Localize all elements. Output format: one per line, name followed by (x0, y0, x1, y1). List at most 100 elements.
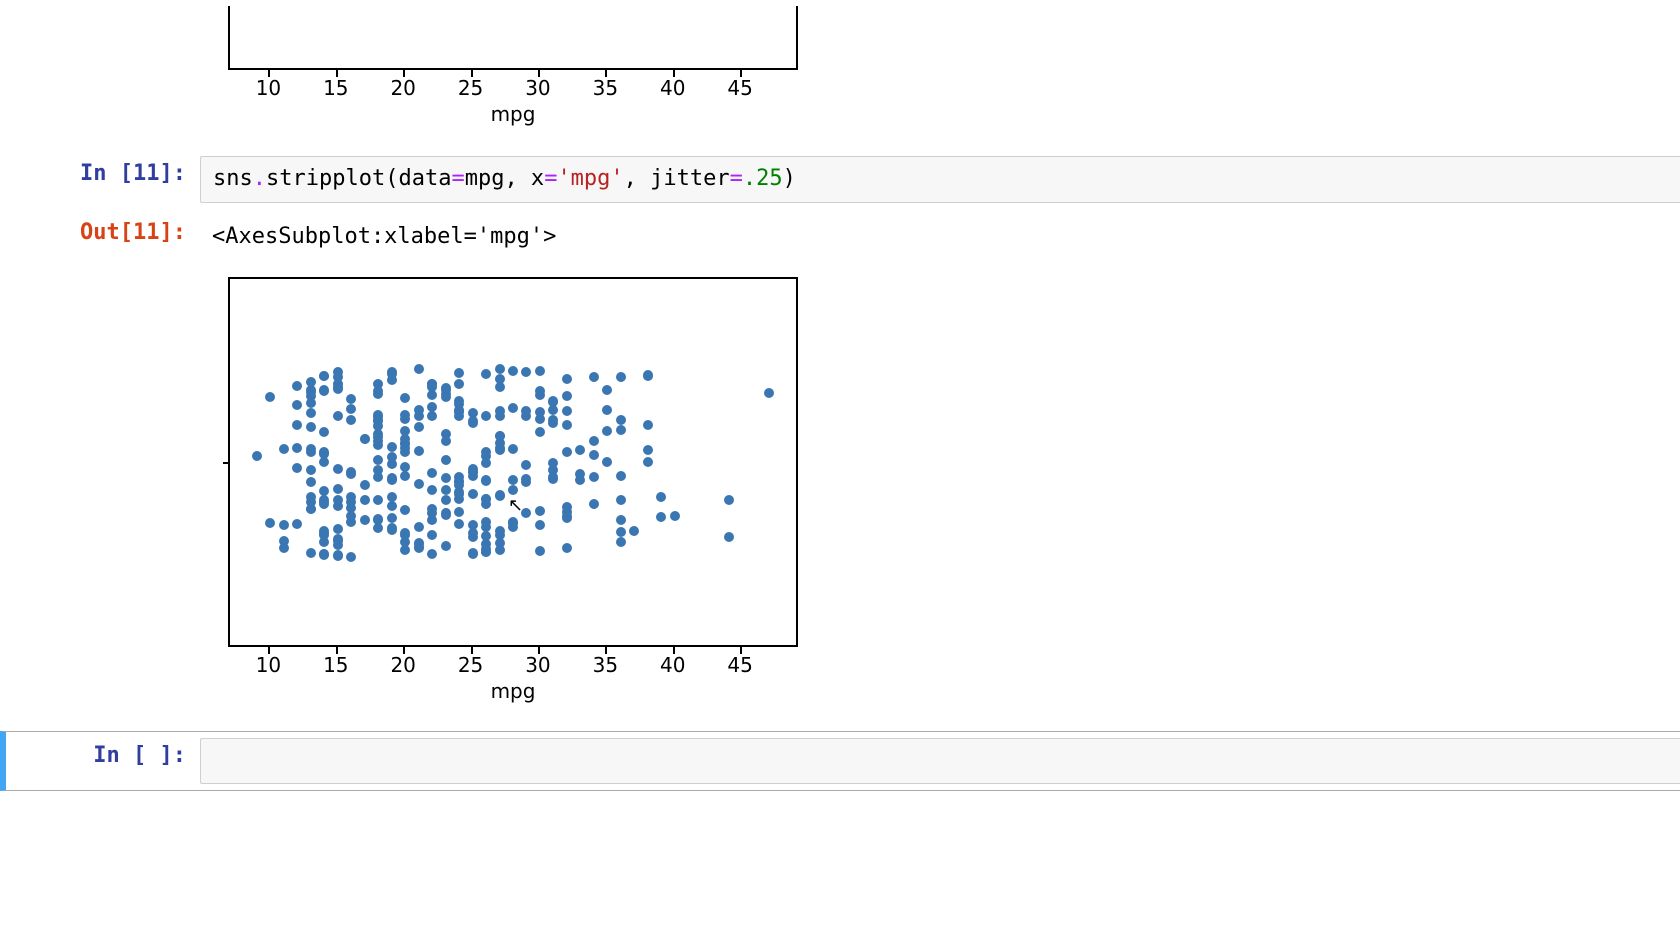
plot-output-partial: 1015202530354045 mpg (200, 4, 1680, 128)
data-point (427, 530, 437, 540)
data-point (481, 476, 491, 486)
data-point (387, 375, 397, 385)
data-point (468, 418, 478, 428)
data-point (481, 539, 491, 549)
data-point (589, 499, 599, 509)
xtick-label: 30 (525, 76, 550, 100)
data-point (602, 457, 612, 467)
data-point (346, 415, 356, 425)
data-point (333, 484, 343, 494)
data-point (373, 440, 383, 450)
output-figure-cell-11: 1015202530354045 mpg ↖ (0, 271, 1680, 709)
xtick-label: 40 (660, 76, 685, 100)
xtick-label: 30 (525, 653, 550, 677)
data-point (616, 495, 626, 505)
data-point (306, 422, 316, 432)
xtick-label: 25 (458, 653, 483, 677)
data-point (400, 505, 410, 515)
data-point (441, 473, 451, 483)
code-cell-empty-selected[interactable]: In [ ]: (0, 731, 1680, 791)
data-point (481, 411, 491, 421)
data-point (629, 526, 639, 536)
data-point (333, 524, 343, 534)
data-point (481, 447, 491, 457)
data-point (360, 495, 370, 505)
xtick-label: 35 (593, 653, 618, 677)
data-point (562, 406, 572, 416)
prompt-out-figure-11 (0, 275, 200, 287)
data-point (387, 501, 397, 511)
data-point (265, 518, 275, 528)
data-point (414, 539, 424, 549)
xtick-label: 20 (390, 76, 415, 100)
strip-plot-11 (228, 277, 798, 647)
data-point (643, 420, 653, 430)
data-point (616, 527, 626, 537)
data-point (346, 469, 356, 479)
data-point (616, 537, 626, 547)
code-input-empty-wrapper[interactable] (200, 736, 1680, 786)
data-point (414, 479, 424, 489)
data-point (670, 511, 680, 521)
data-point (495, 545, 505, 555)
code-input-11[interactable]: sns.stripplot(data=mpg, x='mpg', jitter=… (200, 156, 1680, 203)
data-point (306, 408, 316, 418)
data-point (346, 404, 356, 414)
data-point (454, 368, 464, 378)
data-point (346, 552, 356, 562)
data-point (616, 515, 626, 525)
data-point (333, 464, 343, 474)
data-point (535, 366, 545, 376)
data-point (427, 468, 437, 478)
data-point (548, 418, 558, 428)
data-point (333, 411, 343, 421)
data-point (602, 426, 612, 436)
data-point (589, 472, 599, 482)
data-point (468, 489, 478, 499)
data-point (427, 411, 437, 421)
data-point (292, 519, 302, 529)
data-point (319, 427, 329, 437)
data-point (616, 372, 626, 382)
data-point (643, 457, 653, 467)
data-point (495, 526, 505, 536)
data-point (481, 369, 491, 379)
data-point (602, 405, 612, 415)
data-point (548, 474, 558, 484)
data-point (495, 382, 505, 392)
data-point (521, 508, 531, 518)
data-point (306, 391, 316, 401)
plot-output-11: 1015202530354045 mpg ↖ (200, 275, 1680, 705)
data-point (252, 451, 262, 461)
xtick-label: 40 (660, 653, 685, 677)
data-point (508, 366, 518, 376)
data-point (387, 474, 397, 484)
data-point (562, 447, 572, 457)
data-point (387, 513, 397, 523)
code-cell-11: In [11]: sns.stripplot(data=mpg, x='mpg'… (0, 150, 1680, 209)
data-point (373, 495, 383, 505)
data-point (643, 370, 653, 380)
data-point (306, 465, 316, 475)
data-point (764, 388, 774, 398)
code-input-wrapper-11[interactable]: sns.stripplot(data=mpg, x='mpg', jitter=… (200, 154, 1680, 205)
data-point (616, 415, 626, 425)
data-point (468, 548, 478, 558)
data-point (360, 434, 370, 444)
data-point (562, 374, 572, 384)
code-input-empty[interactable] (200, 738, 1680, 784)
data-point (495, 364, 505, 374)
data-point (535, 546, 545, 556)
data-point (346, 394, 356, 404)
data-point (656, 492, 666, 502)
data-point (400, 545, 410, 555)
data-point (481, 547, 491, 557)
jupyter-notebook: 1015202530354045 mpg In [11]: sns.stripp… (0, 0, 1680, 791)
data-point (400, 471, 410, 481)
data-point (427, 485, 437, 495)
data-point (387, 525, 397, 535)
data-point (589, 372, 599, 382)
plot-xlabel-11: mpg (228, 677, 798, 703)
data-point (643, 445, 653, 455)
data-point (387, 492, 397, 502)
